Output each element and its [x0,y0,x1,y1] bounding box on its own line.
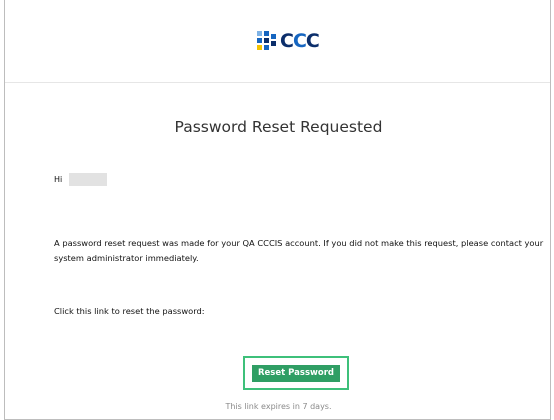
greeting-line: Hi [54,173,108,186]
link-expiry-note: This link expires in 7 days. [225,402,332,411]
ccc-logo: CCC [257,30,320,52]
greeting-salutation: Hi [54,175,63,184]
reset-button-focus-frame: Reset Password [243,356,349,390]
redacted-name-block [69,173,108,186]
email-body: CCC Password Reset Requested Hi A passwo… [4,0,551,420]
link-intro-text: Click this link to reset the password: [54,306,205,316]
reset-notice-paragraph: A password reset request was made for yo… [54,238,544,263]
ccc-logo-icon [257,31,277,51]
reset-password-button[interactable]: Reset Password [252,364,340,382]
email-header: CCC [5,0,550,83]
page-title: Password Reset Requested [174,118,383,136]
logo-text: CCC [280,30,320,52]
